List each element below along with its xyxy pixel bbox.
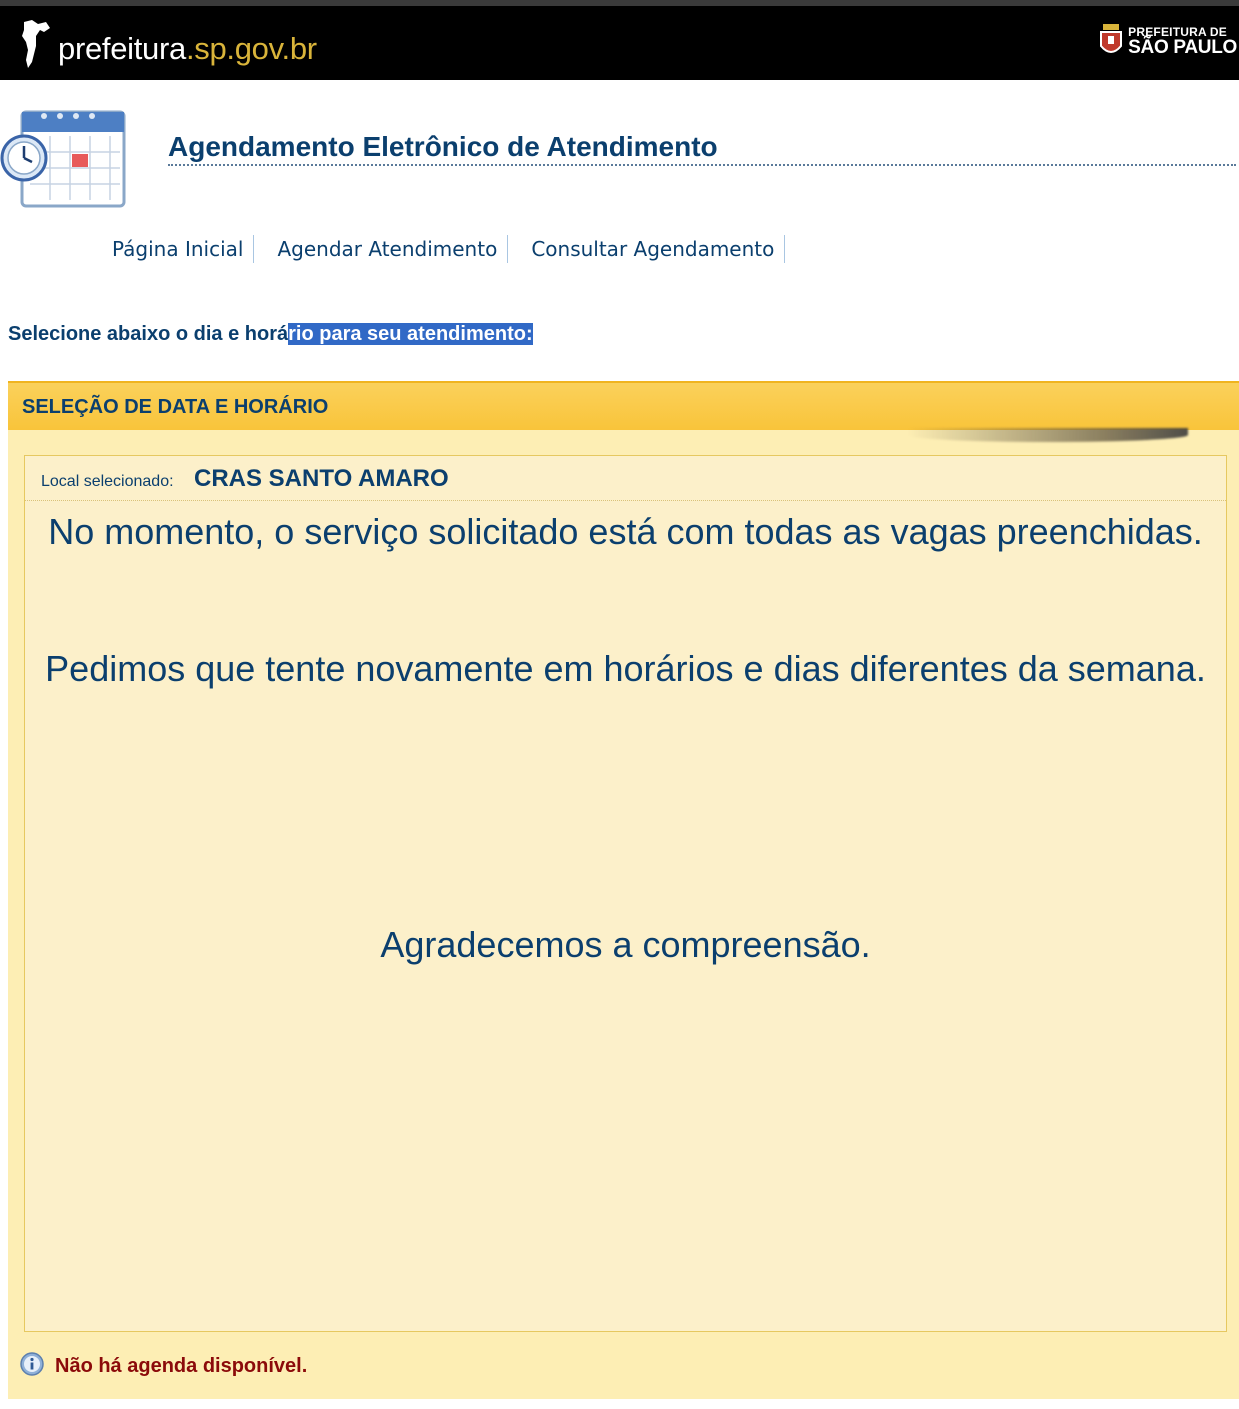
main-nav: Página Inicial Agendar Atendimento Consu… <box>112 235 808 263</box>
notice-text: Não há agenda disponível. <box>55 1355 308 1377</box>
selection-panel: SELEÇÃO DE DATA E HORÁRIO Local selecion… <box>8 381 1239 1399</box>
message-try-again: Pedimos que tente novamente em horários … <box>45 648 1206 689</box>
nav-agendar-atendimento[interactable]: Agendar Atendimento <box>277 235 509 263</box>
notice: Não há agenda disponível. <box>20 1349 307 1378</box>
instruction-text-selected: rio para seu atendimento: <box>288 323 533 345</box>
top-bar: prefeitura.sp.gov.br PREFEITURA DE SÃO P… <box>0 0 1239 80</box>
sp-map-icon <box>22 20 50 68</box>
coat-of-arms-icon <box>1100 24 1123 53</box>
page-title: Agendamento Eletrônico de Atendimento <box>168 130 1236 166</box>
message-no-slots: No momento, o serviço solicitado está co… <box>48 511 1203 552</box>
local-row: Local selecionado: CRAS SANTO AMARO <box>25 456 1226 501</box>
city-logo-line2: SÃO PAULO <box>1128 36 1237 58</box>
local-value: CRAS SANTO AMARO <box>194 465 449 492</box>
nav-pagina-inicial[interactable]: Página Inicial <box>112 235 255 263</box>
instruction-text: Selecione abaixo o dia e horário para se… <box>8 320 533 348</box>
info-icon <box>20 1351 44 1376</box>
site-name-main: prefeitura <box>58 31 186 66</box>
panel-header-shadow <box>908 428 1188 442</box>
message-thanks: Agradecemos a compreensão. <box>380 924 871 965</box>
panel-title: SELEÇÃO DE DATA E HORÁRIO <box>22 396 329 418</box>
city-logo[interactable]: PREFEITURA DE SÃO PAULO <box>1099 24 1237 58</box>
local-label: Local selecionado: <box>41 473 174 490</box>
city-logo-line1: PREFEITURA DE <box>1128 24 1227 39</box>
site-logo[interactable]: prefeitura.sp.gov.br <box>18 14 317 74</box>
message-box: Local selecionado: CRAS SANTO AMARO No m… <box>24 455 1227 1332</box>
nav-consultar-agendamento[interactable]: Consultar Agendamento <box>531 235 786 263</box>
instruction-text-plain: Selecione abaixo o dia e horá <box>8 323 289 345</box>
city-logo-text: PREFEITURA DE SÃO PAULO <box>1128 26 1237 57</box>
site-name-domain: .sp.gov.br <box>185 31 317 66</box>
site-name: prefeitura.sp.gov.br <box>58 31 317 67</box>
panel-header: SELEÇÃO DE DATA E HORÁRIO <box>8 381 1239 430</box>
calendar-clock-icon <box>0 104 130 214</box>
